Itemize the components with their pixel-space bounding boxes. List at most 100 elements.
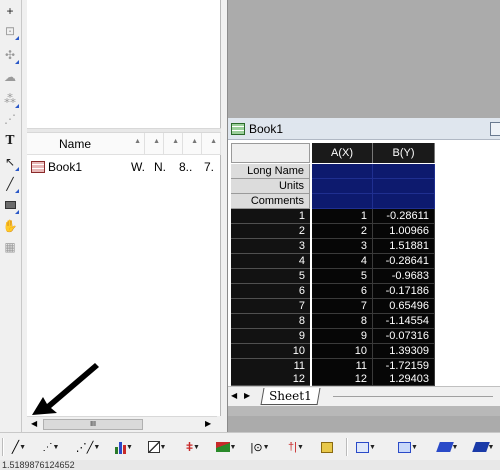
2d-graphs-toolbar: ╱ ▼ ⋰ ▼ ⋰╱ ▼ ▼ ▼ ǂ ▼ ▼ |⊙ ▼ †| ▼ ▼ ▼ ▼ ▼ (0, 432, 500, 460)
waterfall-icon[interactable]: ▼ (471, 439, 496, 455)
label-cell[interactable] (312, 194, 373, 209)
mask-icon[interactable]: ⁂ (1, 90, 19, 108)
folder-tree-pane[interactable] (27, 0, 221, 128)
row-header-units[interactable]: Units (231, 179, 310, 194)
grid-empty-area[interactable] (435, 143, 500, 386)
sort-icon: ▲ (134, 138, 141, 145)
cell-a[interactable]: 1 (312, 209, 373, 224)
contour-icon[interactable]: |⊙ ▼ (248, 439, 272, 455)
cell-b[interactable]: -0.28611 (373, 209, 435, 224)
stat-plot-icon[interactable]: †| ▼ (284, 439, 308, 455)
row-number[interactable]: 3 (231, 239, 310, 254)
row-number[interactable]: 4 (231, 254, 310, 269)
row-number[interactable]: 6 (231, 284, 310, 299)
cell-a[interactable]: 5 (312, 269, 373, 284)
region-icon[interactable]: ⋰ (1, 110, 19, 128)
draw-data-icon[interactable]: ▦ (1, 238, 19, 256)
column-header-modified[interactable]: ▲ (202, 133, 221, 155)
scatter-plot-icon[interactable]: ⋰ ▼ (38, 439, 64, 455)
line-symbol-plot-icon[interactable]: ⋰╱ ▼ (76, 439, 101, 455)
column-header-size[interactable]: ▲ (183, 133, 202, 155)
sort-icon: ▲ (210, 138, 217, 145)
tab-scroll-right-icon[interactable]: ▶ (244, 391, 250, 400)
item-size: 8.. (179, 160, 193, 174)
label-cell[interactable] (373, 179, 435, 194)
cell-b[interactable]: -0.17186 (373, 284, 435, 299)
plot-3d-icon[interactable]: ▼ (435, 439, 460, 455)
tab-scroll-left-icon[interactable]: ◀ (231, 391, 237, 400)
row-number[interactable]: 11 (231, 359, 310, 374)
screen-reader-icon[interactable]: ☁ (1, 68, 19, 86)
row-number[interactable]: 5 (231, 269, 310, 284)
hand-tool-icon[interactable]: ✋ (1, 217, 19, 235)
arrow-tool-icon[interactable]: ↖ (1, 153, 19, 171)
row-number[interactable]: 12 (231, 373, 310, 386)
column-header-name[interactable]: Name ▲ (27, 133, 145, 155)
column-plot-icon[interactable]: ▼ (110, 439, 138, 455)
cell-b[interactable]: -0.07316 (373, 329, 435, 344)
cell-b[interactable]: -0.28641 (373, 254, 435, 269)
cell-b[interactable]: 1.51881 (373, 239, 435, 254)
box-chart-icon[interactable]: ▼ (145, 439, 169, 455)
label-cell[interactable] (373, 164, 435, 179)
error-bar-icon[interactable]: ǂ ▼ (180, 439, 206, 455)
scroll-right-icon[interactable]: ▶ (205, 419, 211, 428)
cell-a[interactable]: 11 (312, 359, 373, 374)
line-tool-icon[interactable]: ╱ (1, 175, 19, 193)
item-modified: 7. (204, 160, 215, 174)
column-header-type[interactable]: ▲ (145, 133, 164, 155)
label-cell[interactable] (312, 179, 373, 194)
cell-b[interactable]: -1.14554 (373, 314, 435, 329)
data-reader-icon[interactable]: ✣ (1, 46, 19, 64)
cell-b[interactable]: 1.00966 (373, 224, 435, 239)
cell-b[interactable]: 1.29403 (373, 373, 435, 386)
worksheet-grid[interactable]: A(X) B(Y) Long Name Units Comments 1 1 -… (228, 140, 500, 386)
row-number[interactable]: 10 (231, 344, 310, 359)
grid-corner[interactable] (231, 143, 310, 163)
label-cell[interactable] (373, 194, 435, 209)
cell-a[interactable]: 7 (312, 299, 373, 314)
tab-divider (333, 396, 493, 397)
text-tool-icon[interactable]: T (1, 131, 19, 149)
cell-a[interactable]: 4 (312, 254, 373, 269)
layout-icon[interactable]: ▼ (354, 439, 378, 455)
cell-a[interactable]: 9 (312, 329, 373, 344)
row-number[interactable]: 2 (231, 224, 310, 239)
zoom-box-icon[interactable]: ⊡ (1, 22, 19, 40)
row-number[interactable]: 8 (231, 314, 310, 329)
column-header-a[interactable]: A(X) (312, 143, 373, 163)
explorer-horizontal-scrollbar[interactable]: ◀ III ▶ (27, 416, 217, 432)
workbook-title-bar[interactable]: Book1 (228, 118, 500, 140)
cell-b[interactable]: -1.72159 (373, 359, 435, 374)
cell-b[interactable]: 1.39309 (373, 344, 435, 359)
cell-b[interactable]: 0.65496 (373, 299, 435, 314)
row-number[interactable]: 9 (231, 329, 310, 344)
row-header-long-name[interactable]: Long Name (231, 164, 310, 179)
plus-crosshair-icon[interactable]: + (1, 2, 19, 20)
rectangle-tool-icon[interactable] (1, 196, 19, 214)
scroll-left-icon[interactable]: ◀ (31, 419, 37, 428)
line-plot-icon[interactable]: ╱ ▼ (8, 439, 30, 455)
cell-a[interactable]: 10 (312, 344, 373, 359)
cell-a[interactable]: 6 (312, 284, 373, 299)
list-item[interactable]: Book1 (31, 158, 82, 176)
copy-page-icon[interactable]: ▼ (396, 439, 420, 455)
row-header-comments[interactable]: Comments (231, 194, 310, 209)
cell-a[interactable]: 8 (312, 314, 373, 329)
cell-a[interactable]: 2 (312, 224, 373, 239)
column-header-view[interactable]: ▲ (164, 133, 183, 155)
template-icon[interactable] (318, 439, 336, 455)
cell-a[interactable]: 12 (312, 373, 373, 386)
cell-a[interactable]: 3 (312, 239, 373, 254)
column-header-b[interactable]: B(Y) (373, 143, 435, 163)
workbook-icon (31, 161, 45, 173)
explorer-file-list[interactable]: Name ▲ ▲ ▲ ▲ ▲ Book1 W. N. 8.. 7. (27, 133, 221, 416)
window-control-button[interactable] (490, 122, 500, 136)
tab-sheet1[interactable]: Sheet1 (260, 388, 321, 405)
area-plot-icon[interactable]: ▼ (212, 439, 240, 455)
row-number[interactable]: 7 (231, 299, 310, 314)
cell-b[interactable]: -0.9683 (373, 269, 435, 284)
label-cell[interactable] (312, 164, 373, 179)
scrollbar-thumb[interactable]: III (43, 419, 143, 430)
row-number[interactable]: 1 (231, 209, 310, 224)
